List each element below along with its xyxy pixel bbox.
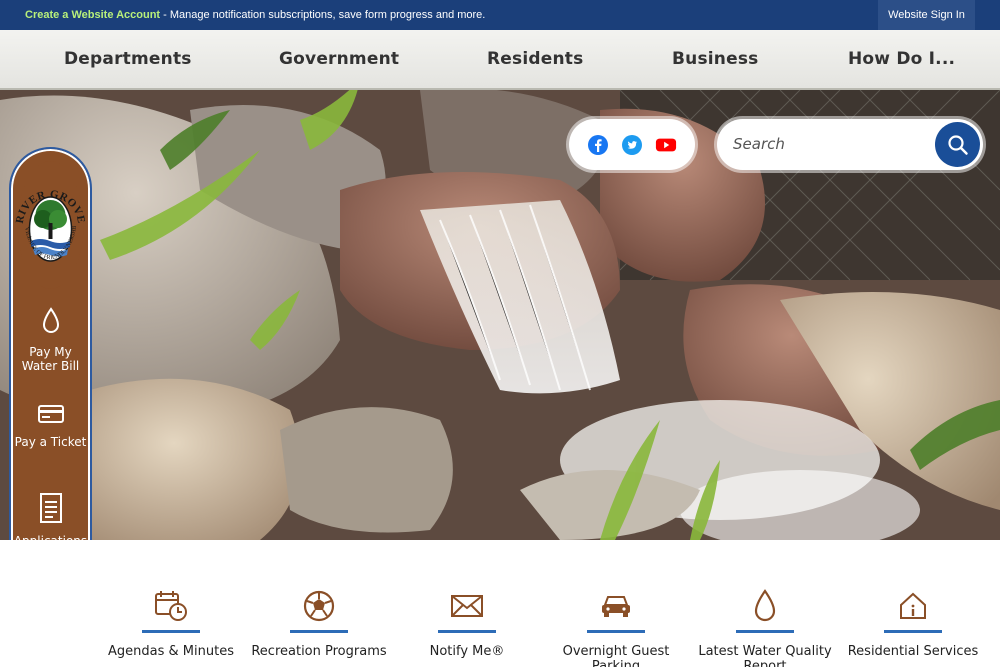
top-bar: Create a Website Account - Manage notifi… [0, 0, 1000, 30]
create-account-link[interactable]: Create a Website Account [25, 9, 160, 21]
credit-card-icon [37, 405, 64, 423]
account-message-text: - Manage notification subscriptions, sav… [160, 9, 486, 21]
quicklink-underline [142, 630, 200, 633]
envelope-icon [451, 595, 483, 617]
search-button[interactable] [935, 122, 980, 167]
search-box [717, 119, 983, 170]
calendar-clock-icon [155, 591, 187, 621]
quicklink-underline [587, 630, 645, 633]
website-sign-in-button[interactable]: Website Sign In [878, 0, 975, 30]
quicklink-label: Recreation Programs [251, 644, 387, 659]
river-grove-logo[interactable]: RIVER GROVE THE VILLAGE OF FRIENDLY NEIG… [13, 153, 87, 293]
car-icon [602, 596, 630, 617]
account-message: Create a Website Account - Manage notifi… [25, 9, 485, 21]
search-input[interactable] [733, 131, 933, 157]
house-info-icon [900, 592, 926, 619]
rail-item-pay-water-bill[interactable]: Pay My Water Bill [11, 307, 90, 373]
quicklink-label: Latest Water Quality Report [698, 644, 832, 667]
quicklink-underline [438, 630, 496, 633]
social-links [569, 119, 695, 170]
nav-government[interactable]: Government [279, 30, 399, 88]
rail-item-label: Pay a Ticket [14, 435, 87, 449]
document-icon [39, 493, 62, 523]
youtube-icon[interactable] [655, 134, 677, 156]
rail-item-label: Pay My Water Bill [21, 345, 80, 373]
quicklink-label: Residential Services [847, 644, 979, 659]
quicklink-label: Notify Me® [429, 644, 505, 659]
facebook-icon[interactable] [587, 134, 609, 156]
nav-business[interactable]: Business [672, 30, 758, 88]
quick-access-rail: RIVER GROVE THE VILLAGE OF FRIENDLY NEIG… [9, 147, 92, 602]
quick-links: Agendas & Minutes Recreation Programs No… [0, 540, 1000, 667]
rail-item-pay-ticket[interactable]: Pay a Ticket [11, 403, 90, 449]
quicklink-underline [736, 630, 794, 633]
main-nav: Departments Government Residents Busines… [0, 30, 1000, 90]
soccer-ball-icon [303, 590, 335, 622]
nav-departments[interactable]: Departments [64, 30, 192, 88]
twitter-icon[interactable] [621, 134, 643, 156]
nav-how-do-i[interactable]: How Do I... [848, 30, 955, 88]
search-icon [947, 134, 968, 155]
quicklink-underline [884, 630, 942, 633]
quicklink-label: Overnight Guest Parking [562, 644, 670, 667]
nav-residents[interactable]: Residents [487, 30, 583, 88]
quicklink-underline [290, 630, 348, 633]
water-drop-icon [754, 589, 776, 622]
water-drop-icon [42, 307, 59, 333]
quicklink-label: Agendas & Minutes [108, 644, 234, 659]
